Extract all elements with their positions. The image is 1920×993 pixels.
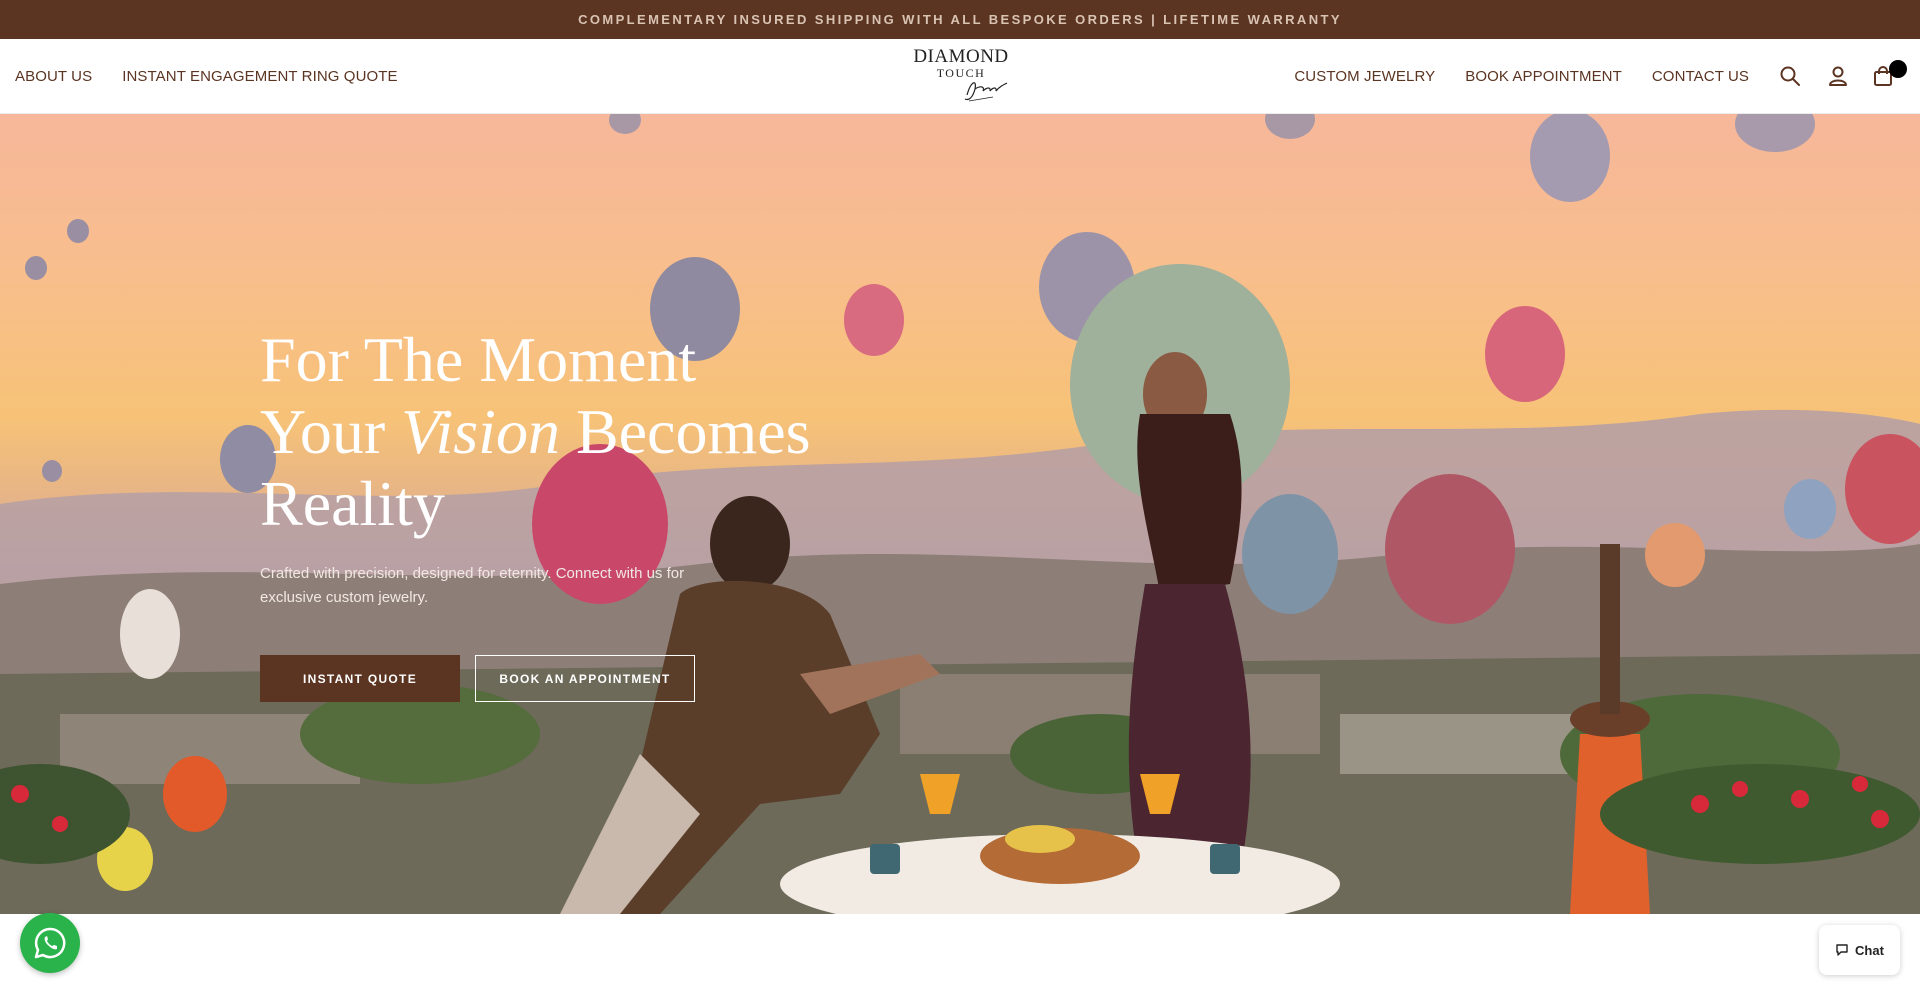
chat-label: Chat <box>1855 942 1884 958</box>
whatsapp-button[interactable] <box>20 913 80 973</box>
chat-widget-button[interactable]: Chat <box>1819 925 1900 975</box>
search-icon[interactable] <box>1775 61 1805 91</box>
hero-title-line-1: For The Moment <box>260 324 697 395</box>
hero-subtitle: Crafted with precision, designed for ete… <box>260 565 685 606</box>
nav-book-appointment[interactable]: BOOK APPOINTMENT <box>1465 68 1622 85</box>
hero-title-line-3: Reality <box>260 468 445 539</box>
hero-title-emphasis: Vision <box>401 396 560 467</box>
hero-title-line-2b: Becomes <box>559 396 811 467</box>
primary-nav-right: CUSTOM JEWELRY BOOK APPOINTMENT CONTACT … <box>1294 39 1749 114</box>
hero-copy: For The Moment Your Vision Becomes Reali… <box>260 324 880 610</box>
nav-contact-us[interactable]: CONTACT US <box>1652 68 1749 85</box>
instant-quote-button[interactable]: INSTANT QUOTE <box>260 655 460 702</box>
logo-signature <box>964 82 1008 102</box>
nav-about-us[interactable]: ABOUT US <box>15 68 92 85</box>
nav-custom-jewelry[interactable]: CUSTOM JEWELRY <box>1294 68 1435 85</box>
chat-bubble-icon <box>1836 944 1848 956</box>
announcement-text: COMPLEMENTARY INSURED SHIPPING WITH ALL … <box>578 12 1342 27</box>
site-header: ABOUT US INSTANT ENGAGEMENT RING QUOTE D… <box>0 39 1920 114</box>
primary-nav-left: ABOUT US INSTANT ENGAGEMENT RING QUOTE <box>15 39 398 114</box>
announcement-bar: COMPLEMENTARY INSURED SHIPPING WITH ALL … <box>0 0 1920 39</box>
site-logo[interactable]: DIAMOND TOUCH <box>913 47 1009 107</box>
logo-line-1: DIAMOND <box>913 46 1009 67</box>
hero-banner: For The Moment Your Vision Becomes Reali… <box>0 114 1920 914</box>
whatsapp-icon <box>34 927 66 959</box>
nav-instant-quote[interactable]: INSTANT ENGAGEMENT RING QUOTE <box>122 68 397 85</box>
hero-cta-group: INSTANT QUOTE BOOK AN APPOINTMENT <box>260 655 695 702</box>
book-appointment-button[interactable]: BOOK AN APPOINTMENT <box>475 655 695 702</box>
cart-icon[interactable] <box>1868 60 1907 91</box>
account-icon[interactable] <box>1823 61 1853 91</box>
hero-title-line-2a: Your <box>260 396 402 467</box>
hero-title: For The Moment Your Vision Becomes Reali… <box>260 324 880 540</box>
cart-count-badge <box>1889 60 1907 78</box>
